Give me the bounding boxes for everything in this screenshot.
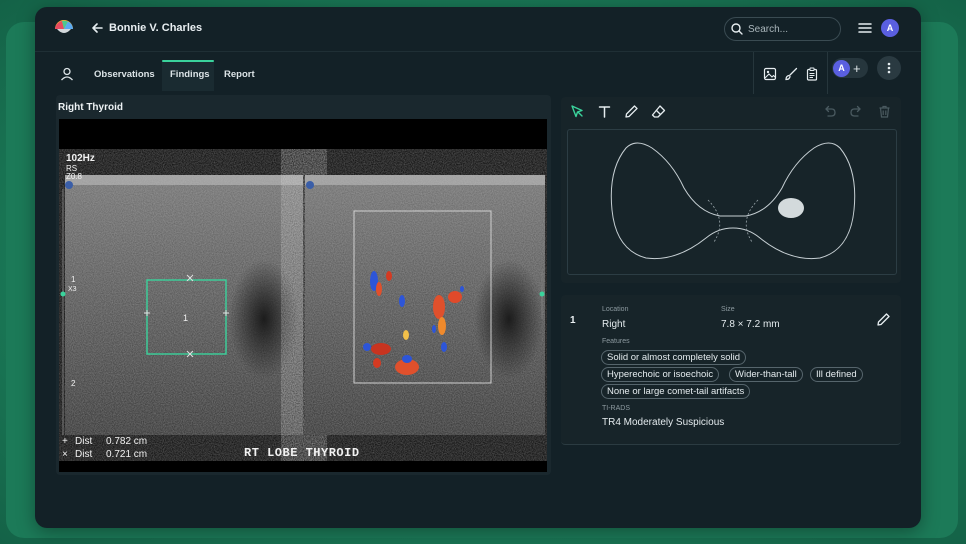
size-value: 7.8 × 7.2 mm bbox=[721, 319, 780, 330]
image-panel-title: Right Thyroid bbox=[58, 102, 123, 113]
pen-icon[interactable] bbox=[624, 104, 639, 119]
text-icon[interactable] bbox=[597, 104, 612, 119]
dist1-marker: + bbox=[62, 436, 68, 447]
redo-icon[interactable] bbox=[849, 104, 864, 119]
ultrasound-scan bbox=[60, 175, 545, 435]
dist1-label: Dist bbox=[75, 436, 93, 447]
tirads-value: TR4 Moderately Suspicious bbox=[602, 417, 725, 428]
app-window: Bonnie V. Charles A Observations Finding… bbox=[35, 7, 921, 528]
features-label: Features bbox=[602, 338, 630, 345]
tirads-label: TI-RADS bbox=[602, 405, 630, 412]
tab-observations[interactable]: Observations bbox=[94, 69, 155, 80]
thyroid-diagram-canvas[interactable] bbox=[567, 129, 897, 275]
tab-findings-indicator bbox=[162, 60, 214, 62]
image-icon[interactable] bbox=[763, 67, 777, 81]
feature-chip[interactable]: None or large comet-tail artifacts bbox=[601, 384, 751, 399]
search-box[interactable] bbox=[724, 17, 841, 41]
dist2-value: 0.721 cm bbox=[106, 449, 148, 460]
more-options-button[interactable] bbox=[877, 56, 901, 80]
search-input[interactable] bbox=[748, 23, 828, 35]
x3-marker: X3 bbox=[68, 286, 77, 293]
dist2-marker: × bbox=[62, 449, 68, 460]
zoom-readout: Z0.8 bbox=[66, 172, 83, 181]
location-label: Location bbox=[602, 306, 629, 313]
select-arrow-icon[interactable] bbox=[570, 104, 585, 119]
patient-profile-icon[interactable] bbox=[60, 67, 74, 81]
feature-chip[interactable]: Solid or almost completely solid bbox=[601, 350, 747, 365]
nodule-marker[interactable] bbox=[778, 198, 804, 218]
nodule-label: 1 bbox=[183, 313, 189, 323]
user-avatar[interactable]: A bbox=[881, 19, 899, 37]
back-arrow-icon[interactable] bbox=[90, 21, 104, 35]
location-value: Right bbox=[602, 319, 626, 330]
collaborators-group[interactable]: A + bbox=[832, 58, 868, 78]
tab-findings[interactable]: Findings bbox=[170, 69, 210, 80]
menu-icon[interactable] bbox=[858, 22, 872, 34]
edit-finding-icon[interactable] bbox=[876, 312, 891, 327]
feature-chip[interactable]: Hyperechoic or isoechoic bbox=[601, 367, 720, 382]
depth-marker-2: 2 bbox=[71, 379, 76, 388]
undo-icon[interactable] bbox=[822, 104, 837, 119]
depth-marker-1: 1 bbox=[71, 275, 76, 284]
frequency-readout: 102Hz bbox=[66, 153, 95, 164]
eraser-icon[interactable] bbox=[651, 104, 666, 119]
add-collaborator-icon[interactable]: + bbox=[853, 62, 861, 75]
collaborator-avatar[interactable]: A bbox=[833, 59, 850, 77]
size-label: Size bbox=[721, 306, 735, 313]
clipboard-icon[interactable] bbox=[805, 67, 819, 81]
search-icon bbox=[731, 23, 743, 35]
ultrasound-image[interactable]: 102Hz RS Z0.8 1 X3 2 1 + Dist 0.782 cm ×… bbox=[59, 119, 547, 472]
image-caption: RT LOBE THYROID bbox=[244, 446, 360, 460]
app-logo-icon[interactable] bbox=[53, 18, 75, 38]
kebab-icon bbox=[887, 62, 891, 74]
feature-chip[interactable]: Wider-than-tall bbox=[729, 367, 803, 382]
finding-number: 1 bbox=[570, 315, 576, 326]
trash-icon[interactable] bbox=[877, 104, 892, 119]
patient-name: Bonnie V. Charles bbox=[109, 22, 203, 34]
thyroid-diagram bbox=[610, 142, 856, 260]
dist2-label: Dist bbox=[75, 449, 93, 460]
brush-icon[interactable] bbox=[784, 67, 798, 81]
feature-chip[interactable]: Ill defined bbox=[810, 367, 863, 382]
dist1-value: 0.782 cm bbox=[106, 436, 148, 447]
tab-report[interactable]: Report bbox=[224, 69, 255, 80]
